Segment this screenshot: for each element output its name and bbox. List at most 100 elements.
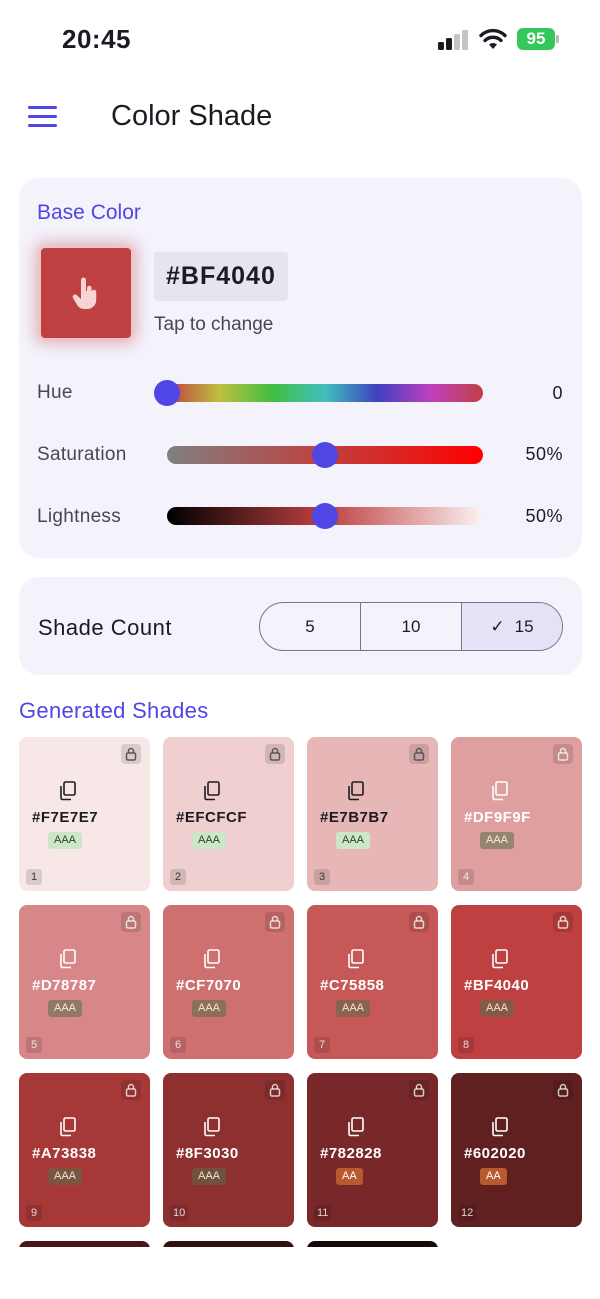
base-color-title: Base Color	[37, 201, 141, 224]
lock-icon[interactable]	[409, 1080, 429, 1100]
lock-icon[interactable]	[265, 744, 285, 764]
contrast-badge: AAA	[336, 1000, 371, 1017]
shade-index: 10	[170, 1205, 189, 1221]
shade-tile[interactable]: #E7B7B7 AAA 3	[307, 737, 438, 891]
shade-hex: #D78787	[32, 977, 97, 994]
checkmark-icon: ✓	[490, 616, 505, 636]
lock-icon[interactable]	[121, 744, 141, 764]
shade-tile[interactable]: #8F3030 AAA 10	[163, 1073, 294, 1227]
shade-count-option-5[interactable]: 5	[260, 603, 360, 650]
lightness-slider[interactable]	[167, 503, 483, 529]
lock-icon[interactable]	[265, 1080, 285, 1100]
copy-icon[interactable]	[347, 949, 365, 969]
shade-count-option-15[interactable]: ✓ 15	[461, 603, 562, 650]
lock-icon[interactable]	[553, 912, 573, 932]
hue-value: 0	[552, 383, 563, 403]
lock-icon[interactable]	[553, 744, 573, 764]
shade-index: 12	[458, 1205, 477, 1221]
shade-grid: #F7E7E7 AAA 1 #EFCFCF AAA 2 #E7B7B7 AAA 3 #DF9F9F…	[19, 737, 582, 1261]
shade-index: 11	[314, 1205, 332, 1221]
shade-index: 6	[170, 1037, 186, 1053]
status-bar: 20:45 95	[0, 0, 600, 80]
shade-tile[interactable]: #BF4040 AAA 8	[451, 905, 582, 1059]
shade-hex: #F7E7E7	[32, 809, 99, 826]
contrast-badge: AAA	[48, 832, 83, 849]
copy-icon[interactable]	[347, 1117, 365, 1137]
lightness-value: 50%	[525, 506, 563, 526]
shade-hex: #602020	[464, 1145, 526, 1162]
shade-hex: #CF7070	[176, 977, 242, 994]
copy-icon[interactable]	[203, 1117, 221, 1137]
menu-icon[interactable]	[28, 106, 58, 128]
base-color-card: Base Color #BF4040 Tap to change Hue 0 S…	[19, 178, 582, 558]
contrast-badge: AA	[480, 1168, 507, 1185]
shade-hex: #C75858	[320, 977, 385, 994]
option-label: 15	[514, 616, 534, 636]
hue-slider-thumb[interactable]	[154, 380, 180, 406]
saturation-value: 50%	[525, 444, 563, 464]
shade-tile[interactable]: #C75858 AAA 7	[307, 905, 438, 1059]
lock-icon[interactable]	[265, 912, 285, 932]
contrast-badge: AAA	[192, 832, 227, 849]
lock-icon[interactable]	[121, 1080, 141, 1100]
status-time: 20:45	[62, 24, 131, 54]
shade-count-label: Shade Count	[38, 615, 172, 640]
copy-icon[interactable]	[491, 1117, 509, 1137]
contrast-badge: AAA	[480, 1000, 515, 1017]
shade-index: 1	[26, 869, 42, 885]
shade-tile[interactable]: #602020 AA 12	[451, 1073, 582, 1227]
shade-hex: #8F3030	[176, 1145, 239, 1162]
shade-index: 7	[314, 1037, 330, 1053]
shade-hex: #BF4040	[464, 977, 530, 994]
shade-index: 5	[26, 1037, 42, 1053]
contrast-badge: AAA	[48, 1168, 83, 1185]
copy-icon[interactable]	[203, 781, 221, 801]
shade-index: 4	[458, 869, 474, 885]
shade-index: 3	[314, 869, 330, 885]
copy-icon[interactable]	[59, 781, 77, 801]
shade-tile[interactable]: #CF7070 AAA 6	[163, 905, 294, 1059]
shade-hex: #E7B7B7	[320, 809, 389, 826]
tap-hand-icon	[72, 277, 97, 309]
saturation-label: Saturation	[37, 444, 127, 465]
option-label: 5	[305, 616, 315, 636]
base-hex-value[interactable]: #BF4040	[154, 252, 288, 301]
shade-count-option-10[interactable]: 10	[360, 603, 461, 650]
copy-icon[interactable]	[203, 949, 221, 969]
shade-index: 9	[26, 1205, 42, 1221]
lightness-slider-thumb[interactable]	[312, 503, 338, 529]
copy-icon[interactable]	[59, 1117, 77, 1137]
shade-hex: #782828	[320, 1145, 382, 1162]
copy-icon[interactable]	[491, 949, 509, 969]
lock-icon[interactable]	[409, 912, 429, 932]
copy-icon[interactable]	[491, 781, 509, 801]
shade-tile[interactable]: #D78787 AAA 5	[19, 905, 150, 1059]
shade-hex: #A73838	[32, 1145, 97, 1162]
lock-icon[interactable]	[121, 912, 141, 932]
contrast-badge: AAA	[192, 1168, 227, 1185]
shade-hex: #DF9F9F	[464, 809, 531, 826]
lock-icon[interactable]	[553, 1080, 573, 1100]
option-label: 10	[401, 616, 421, 636]
copy-icon[interactable]	[59, 949, 77, 969]
shade-tile[interactable]: #F7E7E7 AAA 1	[19, 737, 150, 891]
shade-tile[interactable]: #EFCFCF AAA 2	[163, 737, 294, 891]
shade-count-selector: 5 10 ✓ 15	[259, 602, 563, 651]
shade-tile[interactable]: #DF9F9F AAA 4	[451, 737, 582, 891]
tap-to-change-hint: Tap to change	[154, 314, 274, 335]
shade-tile[interactable]: #A73838 AAA 9	[19, 1073, 150, 1227]
contrast-badge: AAA	[336, 832, 371, 849]
lock-icon[interactable]	[409, 744, 429, 764]
contrast-badge: AAA	[192, 1000, 227, 1017]
saturation-slider[interactable]	[167, 442, 483, 468]
shade-tile[interactable]: #782828 AA 11	[307, 1073, 438, 1227]
cellular-signal-icon	[438, 30, 470, 50]
copy-icon[interactable]	[347, 781, 365, 801]
saturation-slider-thumb[interactable]	[312, 442, 338, 468]
base-color-swatch[interactable]	[39, 246, 133, 340]
bottom-safe-area	[0, 1247, 600, 1299]
battery-icon: 95	[517, 28, 555, 50]
battery-tip	[556, 35, 559, 43]
generated-shades-title: Generated Shades	[19, 698, 209, 723]
hue-slider[interactable]	[154, 380, 483, 406]
